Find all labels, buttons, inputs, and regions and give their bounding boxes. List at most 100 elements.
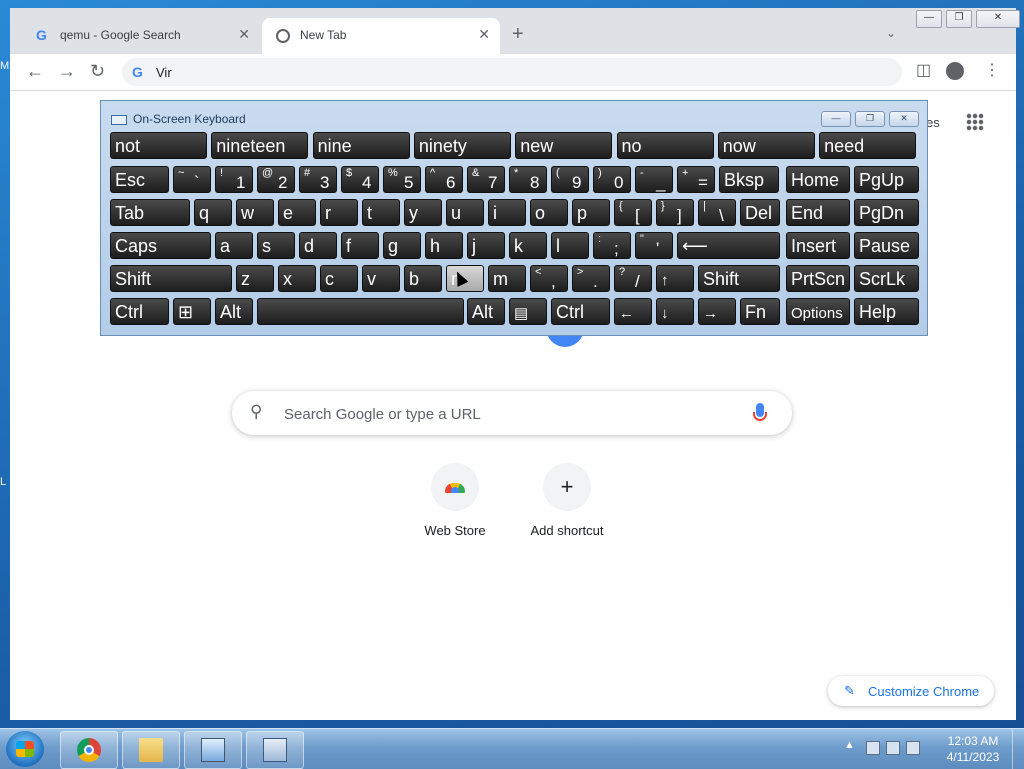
address-input-value[interactable]: Vir	[156, 65, 172, 80]
key-digit-1[interactable]: ! 1	[215, 166, 253, 193]
action-center-flag-icon[interactable]	[866, 741, 880, 755]
taskbar-chrome[interactable]	[60, 731, 118, 769]
windows-key-icon[interactable]: ⊞	[173, 298, 211, 325]
key-ctrl-right[interactable]: Ctrl	[551, 298, 610, 325]
key-alt-left[interactable]: Alt	[215, 298, 253, 325]
key-digit-2[interactable]: @2	[257, 166, 295, 193]
key-scrlk[interactable]: ScrLk	[854, 265, 919, 292]
search-box[interactable]: ⚲	[232, 391, 792, 435]
new-tab-button[interactable]: +	[512, 24, 524, 44]
key-ctrl-left[interactable]: Ctrl	[110, 298, 169, 325]
profile-avatar-icon[interactable]	[946, 62, 964, 80]
taskbar-on-screen-keyboard[interactable]	[246, 731, 304, 769]
key-right-arrow[interactable]: →	[698, 298, 736, 325]
show-desktop-button[interactable]	[1012, 729, 1024, 769]
key-semi-0[interactable]: :;	[593, 232, 631, 259]
key-bksp[interactable]: Bksp	[719, 166, 779, 193]
forward-arrow-icon[interactable]: →	[58, 61, 76, 81]
key-prtscn[interactable]: PrtScn	[786, 265, 850, 292]
key-options[interactable]: Options	[786, 298, 850, 325]
key-digit-7[interactable]: & 7	[467, 166, 505, 193]
key-i[interactable]: i	[488, 199, 526, 226]
key-e[interactable]: e	[278, 199, 316, 226]
key-fn[interactable]: Fn	[740, 298, 780, 325]
minimize-button[interactable]: —	[916, 10, 942, 28]
key-c[interactable]: c	[320, 265, 358, 292]
key-s[interactable]: s	[257, 232, 295, 259]
reload-icon[interactable]: ↻	[90, 61, 105, 81]
prediction-now[interactable]: now	[717, 132, 815, 159]
prediction-nineteen[interactable]: nineteen	[211, 132, 309, 159]
key-caps[interactable]: Caps	[110, 232, 211, 259]
key-digit-12[interactable]: + =	[677, 166, 715, 193]
address-bar[interactable]: G Vir	[122, 58, 902, 86]
key-semi-1[interactable]: " '	[635, 232, 673, 259]
show-hidden-icons-arrow[interactable]: ▲	[844, 739, 855, 751]
key-h[interactable]: h	[425, 232, 463, 259]
key-f[interactable]: f	[341, 232, 379, 259]
key-m[interactable]: m	[488, 265, 526, 292]
key-digit-5[interactable]: % 5	[383, 166, 421, 193]
key-y[interactable]: y	[404, 199, 442, 226]
key-bracket-1[interactable]: }]	[656, 199, 694, 226]
close-tab-icon[interactable]: ✕	[478, 26, 490, 43]
key-punct-0[interactable]: <,	[530, 265, 568, 292]
key-digit-6[interactable]: ^ 6	[425, 166, 463, 193]
prediction-nine[interactable]: nine	[312, 132, 410, 159]
key-digit-9[interactable]: (9	[551, 166, 589, 193]
shortcut-add[interactable]: + Add shortcut	[512, 463, 622, 538]
key-home[interactable]: Home	[786, 166, 850, 193]
key-space[interactable]	[257, 298, 464, 325]
microphone-icon[interactable]	[753, 403, 767, 421]
key-shift-left[interactable]: Shift	[110, 265, 232, 292]
key-shift-right[interactable]: Shift	[698, 265, 780, 292]
osk-close-button[interactable]: ✕	[889, 111, 919, 127]
customize-chrome-button[interactable]: ✎ Customize Chrome	[828, 676, 994, 706]
key-g[interactable]: g	[383, 232, 421, 259]
key-enter[interactable]: ⟵	[677, 232, 780, 259]
key-digit-11[interactable]: - _	[635, 166, 673, 193]
osk-minimize-button[interactable]: —	[821, 111, 851, 127]
key-insert[interactable]: Insert	[786, 232, 850, 259]
key-l[interactable]: l	[551, 232, 589, 259]
key-k[interactable]: k	[509, 232, 547, 259]
close-tab-icon[interactable]: ✕	[238, 26, 250, 43]
key-pgdn[interactable]: PgDn	[854, 199, 919, 226]
key-digit-0[interactable]: ~ `	[173, 166, 211, 193]
key-bracket-0[interactable]: {[	[614, 199, 652, 226]
key-pause[interactable]: Pause	[854, 232, 919, 259]
key-o[interactable]: o	[530, 199, 568, 226]
prediction-new[interactable]: new	[515, 132, 613, 159]
prediction-no[interactable]: no	[616, 132, 714, 159]
tab-search-button[interactable]: ⌄	[886, 26, 896, 40]
key-d[interactable]: d	[299, 232, 337, 259]
side-panel-icon[interactable]: ◫	[916, 62, 931, 80]
shortcut-web-store[interactable]: Web Store	[400, 463, 510, 538]
key-u[interactable]: u	[446, 199, 484, 226]
key-esc[interactable]: Esc	[110, 166, 169, 193]
key-digit-4[interactable]: $4	[341, 166, 379, 193]
key-b[interactable]: b	[404, 265, 442, 292]
volume-muted-icon[interactable]	[906, 741, 920, 755]
key-punct-2[interactable]: ? /	[614, 265, 652, 292]
osk-restore-button[interactable]: ❐	[855, 111, 885, 127]
close-window-button[interactable]: ✕	[976, 10, 1020, 28]
key-left-arrow[interactable]: ←	[614, 298, 652, 325]
key-a[interactable]: a	[215, 232, 253, 259]
google-apps-icon[interactable]	[966, 113, 984, 131]
start-button[interactable]	[6, 731, 44, 767]
taskbar-control-panel[interactable]	[184, 731, 242, 769]
key-down-arrow[interactable]: ↓	[656, 298, 694, 325]
key-pgup[interactable]: PgUp	[854, 166, 919, 193]
search-input[interactable]	[282, 401, 726, 427]
key-del[interactable]: Del	[740, 199, 780, 226]
key-alt-right[interactable]: Alt	[467, 298, 505, 325]
key-t[interactable]: t	[362, 199, 400, 226]
key-menu-icon[interactable]: ▤	[509, 298, 547, 325]
restore-button[interactable]: ❐	[946, 10, 972, 28]
key-w[interactable]: w	[236, 199, 274, 226]
prediction-need[interactable]: need	[819, 132, 917, 159]
clock[interactable]: 12:03 AM 4/11/2023	[940, 733, 1006, 765]
key-punct-1[interactable]: >.	[572, 265, 610, 292]
tab-qemu-search[interactable]: G qemu - Google Search ✕	[22, 18, 260, 54]
